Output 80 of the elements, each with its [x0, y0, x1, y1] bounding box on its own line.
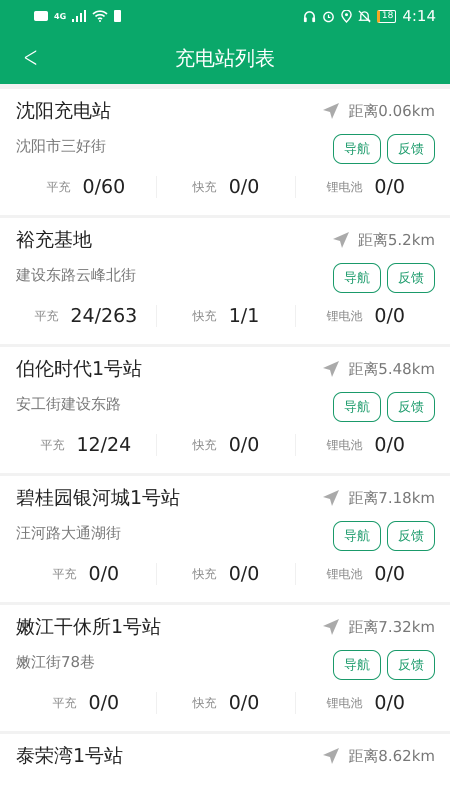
clock-time: 4:14 [402, 7, 436, 25]
station-card[interactable]: 沈阳充电站 距离0.06km 沈阳市三好街 导航 反馈 平充 0/60 快充 0/0 锂电池 0/0 [0, 89, 450, 215]
station-name: 裕充基地 [16, 228, 92, 253]
charger-type-label: 平充 [52, 694, 77, 712]
navigation-arrow-icon [322, 747, 340, 765]
station-name: 碧桂园银河城1号站 [16, 486, 180, 511]
headphones-icon [302, 10, 316, 22]
station-card[interactable]: 碧桂园银河城1号站 距离7.18km 汪河路大通湖街 导航 反馈 平充 0/0 快充 0/0 锂电池 0/0 [0, 476, 450, 602]
availability-count: 0/60 [82, 176, 126, 198]
availability-count: 0/0 [374, 434, 405, 456]
station-address: 沈阳市三好街 [16, 136, 106, 156]
mute-icon [358, 10, 371, 22]
availability-count: 0/0 [228, 434, 260, 456]
availability-count: 0/0 [228, 176, 260, 198]
navigate-button[interactable]: 导航 [333, 134, 381, 164]
charger-type-label: 快充 [192, 436, 217, 454]
charger-type-label: 平充 [46, 178, 70, 196]
distance-label: 距离0.06km [348, 102, 435, 120]
availability-count: 0/0 [374, 176, 405, 198]
navigate-button[interactable]: 导航 [333, 521, 381, 551]
navigate-button[interactable]: 导航 [333, 650, 381, 680]
station-address: 建设东路云峰北街 [16, 266, 136, 284]
station-address: 汪河路大通湖街 [16, 524, 121, 542]
feedback-button[interactable]: 反馈 [387, 134, 435, 164]
feedback-button[interactable]: 反馈 [387, 392, 435, 422]
back-button[interactable]: < [20, 40, 41, 75]
availability-count: 0/0 [374, 305, 405, 327]
navigation-arrow-icon [322, 360, 340, 378]
station-card[interactable]: 嫩江干休所1号站 距离7.32km 嫩江街78巷 导航 反馈 平充 0/0 快充 0/0 锂电池 0/0 [0, 605, 450, 731]
distance-label: 距离5.48km [348, 360, 435, 378]
navigate-button[interactable]: 导航 [333, 263, 381, 293]
availability-count: 0/0 [88, 692, 120, 714]
station-name: 嫩江干休所1号站 [16, 615, 162, 640]
station-address: 嫩江街78巷 [16, 652, 96, 672]
station-name: 伯伦时代1号站 [16, 357, 142, 382]
distance-label: 距离7.18km [348, 488, 435, 508]
availability-count: 0/0 [374, 563, 405, 585]
station-name: 泰荣湾1号站 [16, 744, 124, 769]
navigation-arrow-icon [322, 618, 340, 636]
availability-count: 0/0 [88, 563, 120, 585]
charger-type-label: 锂电池 [326, 436, 362, 454]
wifi-icon [92, 10, 108, 22]
charger-type-label: 锂电池 [326, 308, 362, 324]
availability-count: 24/263 [70, 305, 138, 327]
charger-type-label: 平充 [52, 566, 77, 582]
feedback-button[interactable]: 反馈 [387, 521, 435, 551]
battery-icon: 18 [376, 10, 396, 22]
signal-icon [72, 10, 86, 22]
charger-type-label: 快充 [192, 694, 217, 712]
charger-type-label: 快充 [192, 566, 217, 582]
station-address: 安工街建设东路 [16, 394, 121, 414]
station-name: 沈阳充电站 [16, 99, 111, 124]
charger-type-label: 锂电池 [326, 178, 362, 196]
availability-count: 1/1 [228, 305, 260, 327]
charger-type-label: 平充 [34, 308, 58, 324]
station-card[interactable]: 泰荣湾1号站 距离8.62km [0, 734, 450, 800]
navigate-button[interactable]: 导航 [333, 392, 381, 422]
charger-type-label: 锂电池 [326, 566, 362, 582]
alarm-icon [322, 10, 335, 22]
charger-type-label: 平充 [40, 436, 64, 454]
feedback-button[interactable]: 反馈 [387, 263, 435, 293]
navigation-arrow-icon [322, 102, 340, 120]
location-icon [340, 10, 352, 22]
distance-label: 距离5.2km [358, 230, 435, 250]
charger-type-label: 快充 [192, 178, 217, 196]
availability-count: 12/24 [76, 434, 132, 456]
distance-label: 距离8.62km [348, 746, 435, 766]
availability-count: 0/0 [228, 563, 260, 585]
navigation-arrow-icon [332, 231, 350, 249]
navigation-arrow-icon [322, 489, 340, 507]
distance-label: 距离7.32km [348, 618, 435, 636]
availability-count: 0/0 [228, 692, 260, 714]
charger-type-label: 快充 [192, 308, 217, 324]
availability-count: 0/0 [374, 692, 405, 714]
station-card[interactable]: 裕充基地 距离5.2km 建设东路云峰北街 导航 反馈 平充 24/263 快充 1/1 锂电池 0/0 [0, 218, 450, 344]
station-card[interactable]: 伯伦时代1号站 距离5.48km 安工街建设东路 导航 反馈 平充 12/24 快充 0/0 锂电池 0/0 [0, 347, 450, 473]
network-label: 4G [54, 12, 66, 20]
page-title: 充电站列表 [175, 44, 275, 72]
charger-type-label: 锂电池 [326, 694, 362, 712]
feedback-button[interactable]: 反馈 [387, 650, 435, 680]
